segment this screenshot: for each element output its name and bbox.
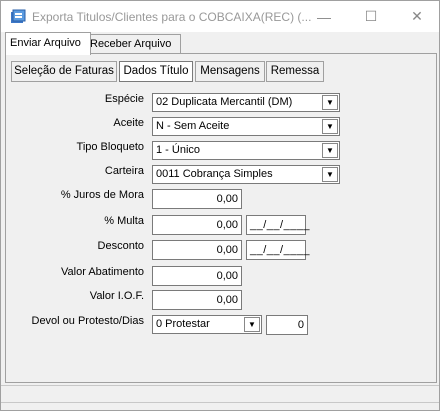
window-title: Exporta Titulos/Clientes para o COBCAIXA…	[32, 10, 312, 24]
multa-label: % Multa	[104, 215, 144, 227]
carteira-value: 0011 Cobrança Simples	[156, 168, 273, 180]
chevron-down-icon[interactable]: ▼	[322, 95, 338, 110]
juros-mora-input[interactable]: 0,00	[152, 189, 242, 209]
chevron-down-icon[interactable]: ▼	[322, 167, 338, 182]
valor-iof-input[interactable]: 0,00	[152, 290, 242, 310]
multa-date-value: __/__/____	[250, 219, 311, 231]
status-bar	[1, 385, 439, 403]
multa-value: 0,00	[216, 219, 238, 231]
tipo-bloqueto-select[interactable]: 1 - Único ▼	[152, 141, 340, 160]
multa-input[interactable]: 0,00	[152, 215, 242, 235]
carteira-label: Carteira	[104, 165, 144, 177]
tab-receber-arquivo[interactable]: Receber Arquivo	[85, 34, 181, 54]
subtab-dados-titulo[interactable]: Dados Título	[119, 61, 193, 82]
chevron-down-icon[interactable]: ▼	[322, 119, 338, 134]
valor-iof-label: Valor I.O.F.	[89, 290, 144, 302]
desconto-date-value: __/__/____	[250, 244, 311, 256]
minimize-icon: —	[317, 8, 331, 25]
desconto-date-input[interactable]: __/__/____	[246, 240, 310, 260]
carteira-select[interactable]: 0011 Cobrança Simples ▼	[152, 165, 340, 184]
chevron-down-icon[interactable]: ▼	[244, 317, 260, 332]
subtab-mensagens[interactable]: Mensagens	[195, 61, 265, 82]
tipo-bloqueto-value: 1 - Único	[156, 144, 201, 156]
especie-value: 02 Duplicata Mercantil (DM)	[156, 96, 293, 108]
valor-iof-value: 0,00	[216, 294, 238, 306]
chevron-down-icon[interactable]: ▼	[322, 143, 338, 158]
aceite-select[interactable]: N - Sem Aceite ▼	[152, 117, 340, 136]
multa-date-input[interactable]: __/__/____	[246, 215, 310, 235]
valor-abatimento-input[interactable]: 0,00	[152, 266, 242, 286]
devol-protesto-select[interactable]: 0 Protestar ▼	[152, 315, 262, 334]
valor-abatimento-value: 0,00	[216, 270, 238, 282]
close-icon: ✕	[411, 8, 423, 24]
maximize-button[interactable]: ☐	[348, 1, 394, 32]
desconto-input[interactable]: 0,00	[152, 240, 242, 260]
main-window: Exporta Titulos/Clientes para o COBCAIXA…	[0, 0, 440, 411]
devol-protesto-label: Devol ou Protesto/Dias	[31, 315, 145, 327]
juros-mora-value: 0,00	[216, 193, 238, 205]
tipo-bloqueto-label: Tipo Bloqueto	[76, 141, 144, 153]
especie-select[interactable]: 02 Duplicata Mercantil (DM) ▼	[152, 93, 340, 112]
subtab-remessa[interactable]: Remessa	[266, 61, 324, 82]
desconto-value: 0,00	[216, 244, 238, 256]
especie-label: Espécie	[104, 93, 144, 105]
aceite-value: N - Sem Aceite	[156, 120, 230, 132]
close-button[interactable]: ✕	[394, 1, 440, 32]
maximize-icon: ☐	[364, 8, 378, 24]
juros-mora-label: % Juros de Mora	[60, 189, 144, 201]
subtab-selecao-faturas[interactable]: Seleção de Faturas	[11, 61, 117, 82]
valor-abatimento-label: Valor Abatimento	[61, 266, 144, 278]
dias-input[interactable]: 0	[266, 315, 308, 335]
aceite-label: Aceite	[113, 117, 144, 129]
devol-protesto-value: 0 Protestar	[156, 318, 210, 330]
dias-value: 0	[297, 319, 304, 331]
title-bar[interactable]: Exporta Titulos/Clientes para o COBCAIXA…	[1, 1, 439, 32]
minimize-button[interactable]: —	[301, 1, 347, 32]
tab-enviar-arquivo[interactable]: Enviar Arquivo	[5, 32, 91, 55]
app-icon	[11, 9, 26, 23]
desconto-label: Desconto	[97, 240, 144, 252]
